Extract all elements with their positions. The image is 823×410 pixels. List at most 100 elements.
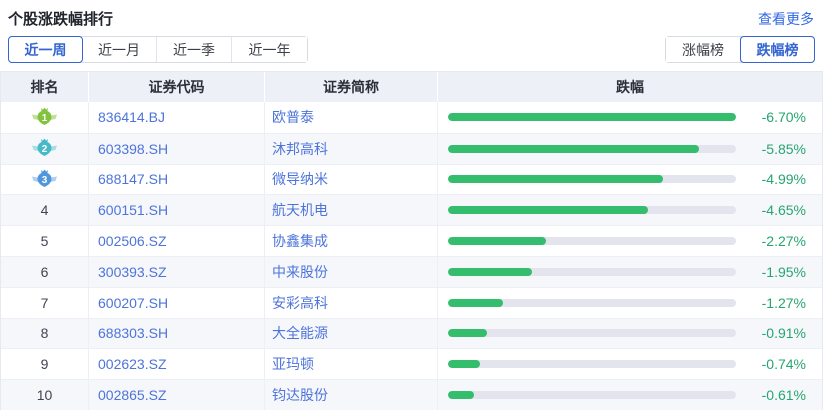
stock-code-link[interactable]: 002506.SZ <box>89 226 265 256</box>
stock-name-link[interactable]: 中来股份 <box>265 257 438 287</box>
widget-header: 个股涨跌幅排行 查看更多 <box>0 0 823 29</box>
change-bar-fill <box>448 206 648 214</box>
change-percent: -4.99% <box>736 171 822 187</box>
table-body: 1 836414.BJ欧普泰 -6.70% 2 603398.SH沐邦高科 -5.85% 3… <box>1 102 822 410</box>
change-bar-fill <box>448 391 474 399</box>
column-header-change: 跌幅 <box>438 72 822 102</box>
stock-name-link[interactable]: 钧达股份 <box>265 380 438 410</box>
stock-code-link[interactable]: 688303.SH <box>89 319 265 349</box>
stock-code-link[interactable]: 300393.SZ <box>89 257 265 287</box>
rank-3-medal-icon: 3 <box>31 169 58 190</box>
stock-name-link[interactable]: 大全能源 <box>265 319 438 349</box>
change-bar-fill <box>448 237 546 245</box>
change-percent: -5.85% <box>736 141 822 157</box>
table-row: 1 836414.BJ欧普泰 -6.70% <box>1 102 822 133</box>
change-bar-track <box>448 175 736 183</box>
change-percent: -1.95% <box>736 264 822 280</box>
tab-gainers-board[interactable]: 涨幅榜 <box>666 37 741 62</box>
change-percent: -0.74% <box>736 356 822 372</box>
stock-name-link[interactable]: 沐邦高科 <box>265 134 438 164</box>
stock-code-link[interactable]: 603398.SH <box>89 134 265 164</box>
tab-losers-board[interactable]: 跌幅榜 <box>740 36 815 63</box>
stock-code-link[interactable]: 600207.SH <box>89 288 265 318</box>
controls-row: 近一周 近一月 近一季 近一年 涨幅榜 跌幅榜 <box>0 36 823 63</box>
change-percent: -2.27% <box>736 233 822 249</box>
change-cell: -2.27% <box>438 226 822 256</box>
change-bar-fill <box>448 268 532 276</box>
change-bar-fill <box>448 299 503 307</box>
svg-text:3: 3 <box>42 175 48 186</box>
change-percent: -4.65% <box>736 202 822 218</box>
table-row: 3 688147.SH微导纳米 -4.99% <box>1 164 822 195</box>
board-tab-group: 涨幅榜 跌幅榜 <box>665 36 815 63</box>
change-bar-fill <box>448 175 663 183</box>
stock-name-link[interactable]: 欧普泰 <box>265 102 438 133</box>
change-cell: -4.65% <box>438 195 822 225</box>
tab-recent-quarter[interactable]: 近一季 <box>157 37 232 62</box>
rank-cell: 7 <box>1 288 89 318</box>
stock-name-link[interactable]: 安彩高科 <box>265 288 438 318</box>
table-row: 7600207.SH安彩高科 -1.27% <box>1 287 822 318</box>
change-bar-track <box>448 206 736 214</box>
stock-name-link[interactable]: 协鑫集成 <box>265 226 438 256</box>
change-percent: -1.27% <box>736 295 822 311</box>
stock-name-link[interactable]: 航天机电 <box>265 195 438 225</box>
stock-ranking-widget: 个股涨跌幅排行 查看更多 近一周 近一月 近一季 近一年 涨幅榜 跌幅榜 排名 … <box>0 0 823 410</box>
table-row: 9002623.SZ亚玛顿 -0.74% <box>1 348 822 379</box>
change-percent: -0.61% <box>736 387 822 403</box>
change-cell: -0.91% <box>438 319 822 349</box>
table-row: 5002506.SZ协鑫集成 -2.27% <box>1 225 822 256</box>
table-row: 2 603398.SH沐邦高科 -5.85% <box>1 133 822 164</box>
column-header-name: 证券简称 <box>265 72 438 102</box>
stock-name-link[interactable]: 微导纳米 <box>265 165 438 195</box>
rank-cell: 5 <box>1 226 89 256</box>
change-cell: -4.99% <box>438 165 822 195</box>
change-bar-fill <box>448 329 487 337</box>
stock-code-link[interactable]: 600151.SH <box>89 195 265 225</box>
tab-recent-year[interactable]: 近一年 <box>232 37 307 62</box>
change-percent: -0.91% <box>736 325 822 341</box>
stock-code-link[interactable]: 002623.SZ <box>89 349 265 379</box>
rank-cell: 1 <box>1 102 89 133</box>
view-more-link[interactable]: 查看更多 <box>758 9 814 29</box>
svg-text:1: 1 <box>42 113 48 124</box>
rank-cell: 9 <box>1 349 89 379</box>
change-cell: -1.27% <box>438 288 822 318</box>
stock-code-link[interactable]: 836414.BJ <box>89 102 265 133</box>
rank-2-medal-icon: 2 <box>31 138 58 159</box>
tab-recent-month[interactable]: 近一月 <box>82 37 157 62</box>
tab-recent-week[interactable]: 近一周 <box>8 36 83 63</box>
rank-cell: 2 <box>1 134 89 164</box>
change-bar-track <box>448 299 736 307</box>
ranking-table: 排名 证券代码 证券简称 跌幅 1 836414.BJ欧普泰 -6.70% 2 6033… <box>0 71 823 410</box>
rank-cell: 8 <box>1 319 89 349</box>
change-bar-track <box>448 268 736 276</box>
change-bar-track <box>448 237 736 245</box>
column-header-code: 证券代码 <box>89 72 265 102</box>
table-row: 4600151.SH航天机电 -4.65% <box>1 194 822 225</box>
stock-code-link[interactable]: 688147.SH <box>89 165 265 195</box>
page-title: 个股涨跌幅排行 <box>8 8 113 29</box>
change-cell: -0.61% <box>438 380 822 410</box>
change-cell: -5.85% <box>438 134 822 164</box>
change-bar-track <box>448 329 736 337</box>
table-header-row: 排名 证券代码 证券简称 跌幅 <box>1 72 822 102</box>
change-bar-fill <box>448 145 699 153</box>
rank-cell: 4 <box>1 195 89 225</box>
change-cell: -6.70% <box>438 102 822 133</box>
change-bar-track <box>448 145 736 153</box>
change-bar-fill <box>448 360 480 368</box>
column-header-rank: 排名 <box>1 72 89 102</box>
stock-code-link[interactable]: 002865.SZ <box>89 380 265 410</box>
change-percent: -6.70% <box>736 109 822 125</box>
rank-1-medal-icon: 1 <box>31 107 58 128</box>
period-tab-group: 近一周 近一月 近一季 近一年 <box>8 36 308 63</box>
change-cell: -0.74% <box>438 349 822 379</box>
rank-cell: 3 <box>1 165 89 195</box>
stock-name-link[interactable]: 亚玛顿 <box>265 349 438 379</box>
change-bar-fill <box>448 113 736 121</box>
table-row: 6300393.SZ中来股份-1.95% <box>1 256 822 287</box>
change-cell: -1.95% <box>438 257 822 287</box>
change-bar-track <box>448 391 736 399</box>
change-bar-track <box>448 360 736 368</box>
